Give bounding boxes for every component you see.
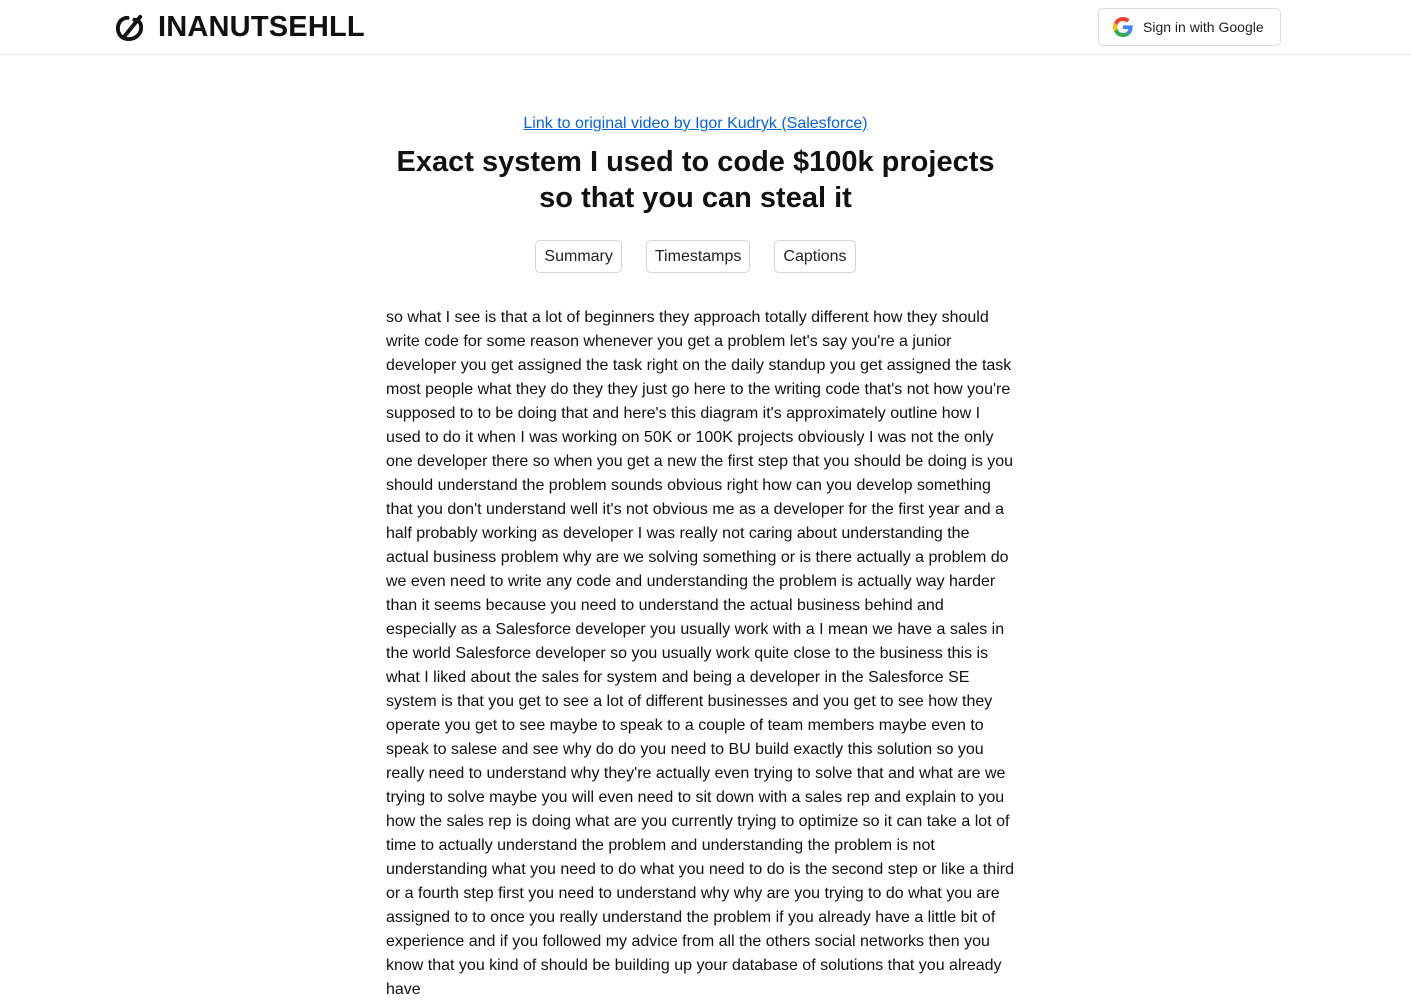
google-signin-button[interactable]: Sign in with Google: [1098, 8, 1281, 46]
google-icon: [1113, 17, 1133, 37]
original-video-link[interactable]: Link to original video by Igor Kudryk (S…: [523, 115, 867, 132]
transcript-text: so what I see is that a lot of beginners…: [386, 309, 1014, 998]
top-nav-bar: INANUTSEHLL Sign in with Google: [0, 0, 1411, 55]
nutshell-logo-icon: [115, 14, 144, 41]
brand-name: INANUTSEHLL: [158, 11, 365, 43]
tab-timestamps[interactable]: Timestamps: [645, 240, 751, 273]
content-tabs: Summary Timestamps Captions: [386, 240, 1005, 273]
tab-captions[interactable]: Captions: [774, 240, 856, 273]
original-video-link-wrapper: Link to original video by Igor Kudryk (S…: [386, 115, 1005, 133]
signin-label: Sign in with Google: [1143, 19, 1264, 35]
tab-summary[interactable]: Summary: [535, 240, 622, 273]
brand-logo-link[interactable]: INANUTSEHLL: [115, 10, 365, 44]
video-title: Exact system I used to code $100k projec…: [396, 146, 995, 214]
